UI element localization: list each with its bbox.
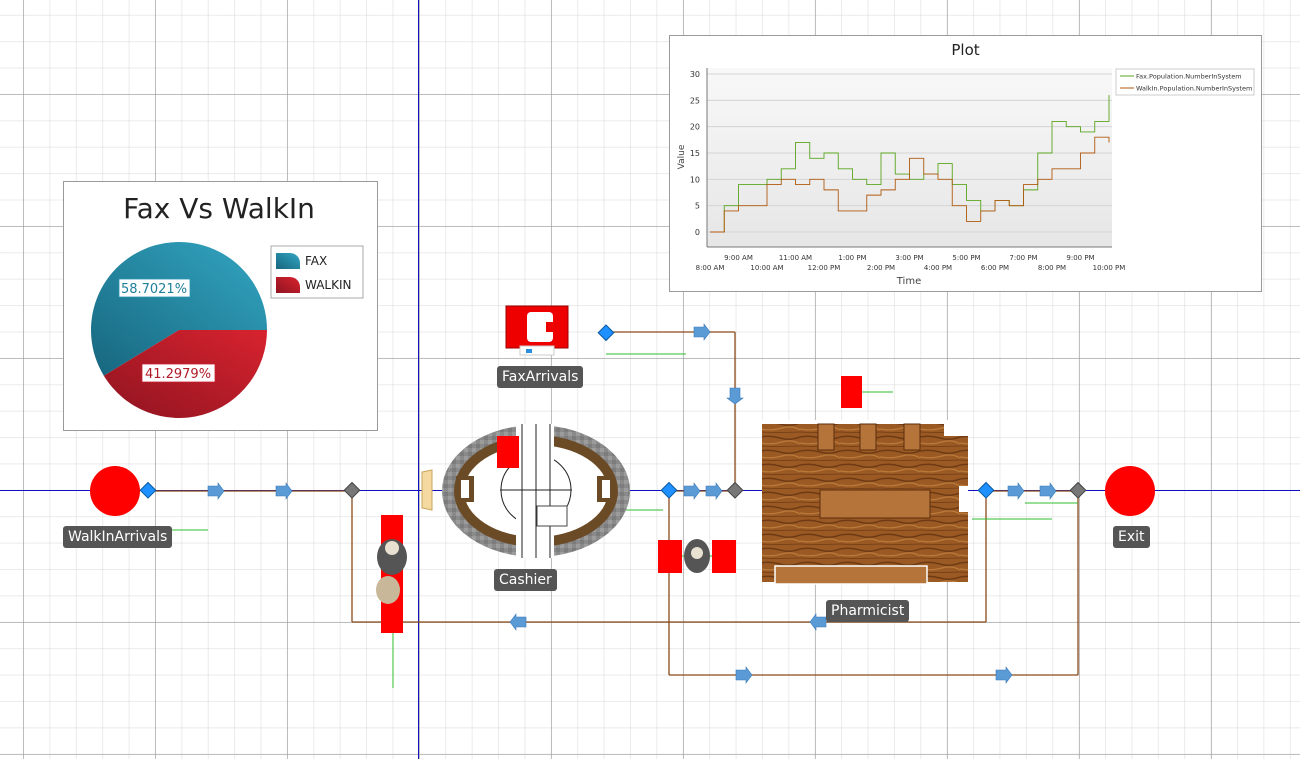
fax-machine-icon (505, 305, 569, 356)
plot-legend-label: WalkIn.Population.NumberInSystem (1136, 85, 1252, 93)
plot-y-ticks: 0 5 10 15 20 25 30 (690, 70, 700, 237)
plot-y-tick-label: 0 (695, 228, 700, 237)
plot-x-ticks: 9:00 AM 11:00 AM 1:00 PM 3:00 PM 5:00 PM 7:00… (696, 254, 1126, 272)
pie-label-walkin: 41.2979% (145, 367, 211, 382)
plot-y-tick-label: 5 (695, 202, 700, 211)
pie-label-fax: 58.7021% (121, 282, 187, 297)
plot-x-tick-label: 10:00 AM (750, 264, 783, 272)
pie-chart: 58.7021% 41.2979% FAX WALKIN (91, 242, 364, 419)
exit-label[interactable]: Exit (1113, 526, 1150, 548)
plot-x-tick-label: 8:00 PM (1038, 264, 1066, 272)
walkin-queue (376, 515, 407, 633)
plot-x-tick-label: 9:00 AM (724, 254, 753, 262)
walkin-source (90, 466, 140, 516)
plot-x-tick-label: 3:00 PM (895, 254, 923, 262)
fax-queue (658, 539, 736, 573)
plot-x-tick-label: 2:00 PM (867, 264, 895, 272)
line-plot: 0 5 10 15 20 25 30 9:00 AM 11:00 AM 1:00 PM 3:00 … (677, 68, 1255, 287)
plot-panel[interactable]: Plot 0 5 10 15 20 25 30 9:00 AM 11:00 AM 1:00 PM… (669, 35, 1262, 292)
legend-fax-swatch (276, 253, 300, 269)
plot-xlabel: Time (896, 276, 921, 287)
walkin-arrivals-label[interactable]: WalkInArrivals (63, 526, 173, 548)
plot-x-tick-label: 8:00 AM (696, 264, 725, 272)
fax-arrivals-label[interactable]: FaxArrivals (497, 366, 584, 388)
plot-legend: Fax.Population.NumberInSystem WalkIn.Popu… (1115, 68, 1255, 96)
exit-sink (1105, 466, 1155, 516)
pharmicist-station (762, 376, 968, 585)
plot-legend-label: Fax.Population.NumberInSystem (1136, 73, 1242, 81)
cashier-station (421, 424, 630, 558)
plot-y-tick-label: 30 (690, 70, 700, 79)
pie-chart-panel[interactable]: Fax Vs WalkIn 58.7021% 41.2979% FAX WALK… (63, 181, 378, 431)
plot-x-tick-label: 7:00 PM (1009, 254, 1037, 262)
pharmicist-label[interactable]: Pharmicist (826, 600, 910, 622)
plot-x-tick-label: 11:00 AM (779, 254, 812, 262)
plot-y-tick-label: 20 (690, 123, 700, 132)
plot-y-tick-label: 25 (690, 96, 700, 105)
legend-fax: FAX (305, 254, 327, 268)
legend-walkin: WALKIN (305, 278, 352, 292)
plot-x-tick-label: 4:00 PM (924, 264, 952, 272)
plot-x-tick-label: 9:00 PM (1066, 254, 1094, 262)
plot-x-tick-label: 6:00 PM (981, 264, 1009, 272)
plot-ylabel: Value (677, 144, 687, 169)
legend-walkin-swatch (276, 277, 300, 293)
plot-y-tick-label: 15 (690, 149, 700, 158)
cashier-label[interactable]: Cashier (494, 569, 557, 591)
plot-x-tick-label: 10:00 PM (1093, 264, 1126, 272)
plot-x-tick-label: 5:00 PM (952, 254, 980, 262)
plot-x-tick-label: 12:00 PM (808, 264, 841, 272)
plot-x-tick-label: 1:00 PM (838, 254, 866, 262)
plot-y-tick-label: 10 (690, 175, 700, 184)
